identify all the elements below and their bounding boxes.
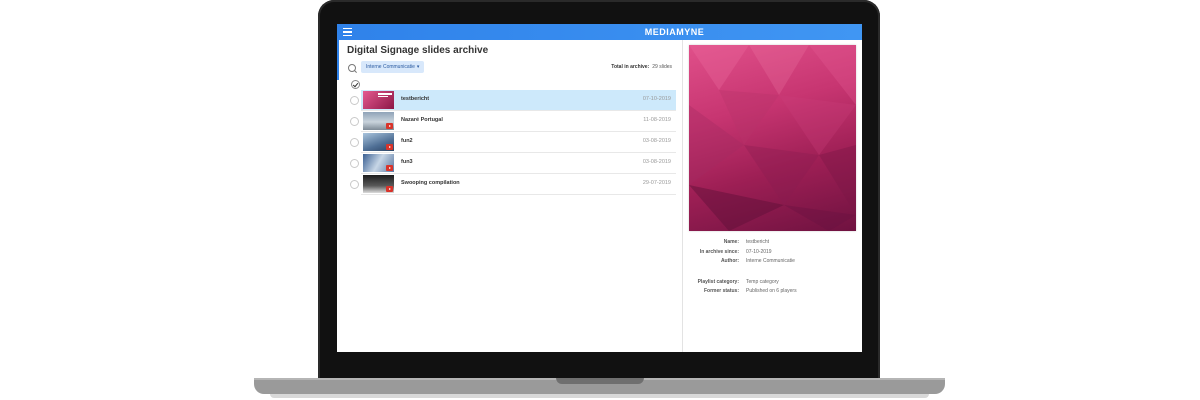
slide-date: 03-08-2019 [642,138,671,144]
play-icon [386,186,393,192]
detail-value: 07-10-2019 [746,248,772,255]
table-row[interactable]: fun2 03-08-2019 [350,132,676,153]
detail-status: Former status: Published on 6 players [683,288,862,298]
row-radio[interactable] [350,96,359,105]
detail-name: Name: testbericht [683,239,862,249]
app-screen: MEDIAMYNE Digital Signage slides archive… [337,24,862,352]
detail-since: In archive since: 07-10-2019 [683,249,862,259]
slide-name: Swooping compilation [401,180,460,186]
preview-pattern [689,45,856,231]
slide-name: testbericht [401,96,430,102]
slide-name: Nazaré Portugal [401,117,443,123]
table-row[interactable]: Nazaré Portugal 11-08-2019 [350,111,676,132]
slide-thumbnail [363,112,394,130]
detail-author: Author: Interne Communicatie [683,258,862,268]
slide-date: 29-07-2019 [642,180,671,186]
slide-list: testbericht 07-10-2019 Nazaré Portugal 1… [337,90,682,195]
slide-details: Name: testbericht In archive since: 07-1… [683,239,862,298]
slide-thumbnail [363,154,394,172]
total-value: 29 slides [652,64,672,70]
detail-value: Interne Communicatie [746,258,795,264]
play-icon [386,165,393,171]
detail-value: testbericht [746,239,770,245]
brand-title: MEDIAMYNE [644,27,705,37]
select-all-checkbox[interactable] [351,80,360,89]
slide-thumbnail [363,175,394,193]
archive-panel: Digital Signage slides archive Interne C… [337,40,682,352]
detail-value: Temp category [746,278,779,285]
row-radio[interactable] [350,117,359,126]
table-row[interactable]: Swooping compilation 29-07-2019 [350,174,676,195]
laptop-shadow [270,394,929,398]
detail-label: Author: [720,258,739,264]
table-row[interactable]: testbericht 07-10-2019 [350,90,676,111]
app-header: MEDIAMYNE [337,24,862,40]
slide-thumbnail [363,133,394,151]
row-radio[interactable] [350,138,359,147]
table-row[interactable]: fun3 03-08-2019 [350,153,676,174]
row-radio[interactable] [350,180,359,189]
detail-label: Playlist category: [697,278,739,285]
detail-panel: Name: testbericht In archive since: 07-1… [682,40,862,352]
detail-value: Published on 6 players [746,288,797,294]
row-radio[interactable] [350,159,359,168]
total-label: Total in archive: [611,64,650,70]
play-icon [386,144,393,150]
slide-date: 07-10-2019 [642,96,671,102]
page-title: Digital Signage slides archive [347,45,489,56]
archive-total: Total in archive: 29 slides [611,64,672,70]
slide-date: 11-08-2019 [643,117,671,123]
slide-date: 03-08-2019 [642,159,671,165]
search-icon[interactable] [348,64,356,72]
detail-label: In archive since: [699,248,739,255]
filter-value: Interne Communicatie [366,64,415,70]
laptop-notch [556,378,644,384]
detail-category: Playlist category: Temp category [683,279,862,289]
chevron-down-icon: ▾ [416,64,420,70]
slide-name: fun2 [401,138,413,144]
detail-label: Name: [723,239,739,245]
slide-thumbnail [363,91,394,109]
play-icon [386,123,393,129]
slide-name: fun3 [401,159,413,165]
filter-dropdown[interactable]: Interne Communicatie ▾ [361,61,425,73]
detail-label: Former status: [703,288,739,294]
slide-preview [689,45,856,231]
